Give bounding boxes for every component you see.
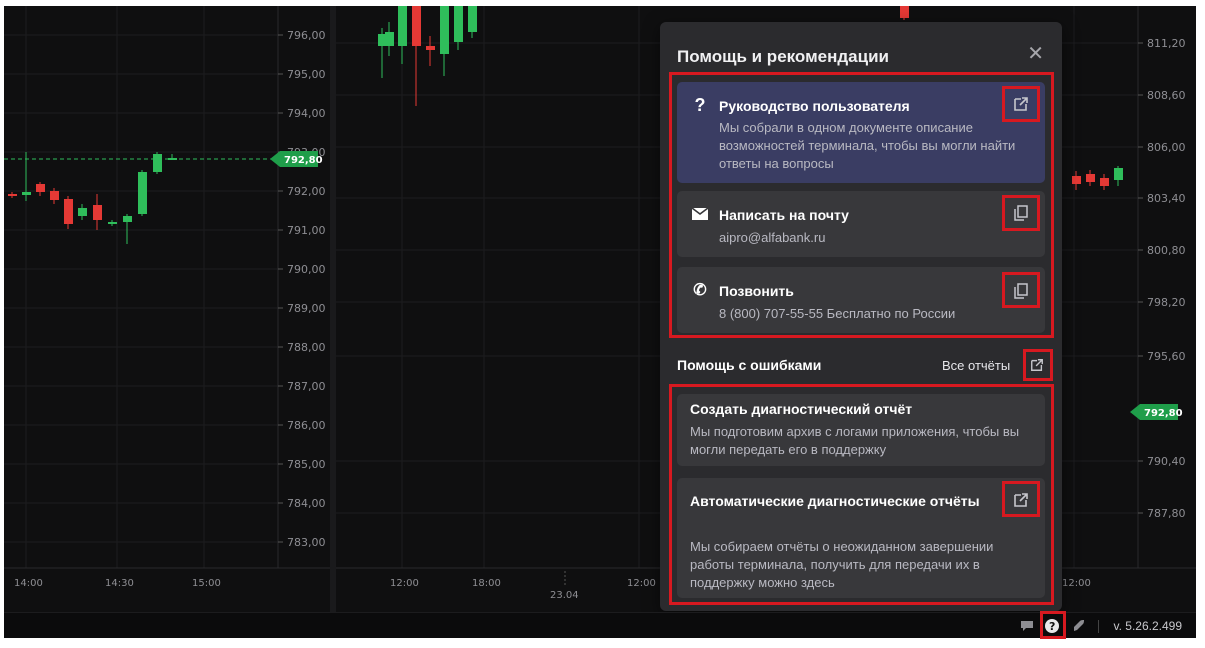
candle: [22, 192, 31, 195]
copy-icon[interactable]: [1011, 281, 1031, 301]
candle: [440, 6, 449, 54]
rocket-icon[interactable]: [1070, 617, 1088, 635]
price-label: 796,00: [287, 29, 326, 42]
price-label: 806,00: [1147, 141, 1186, 154]
phone-title: Позвонить: [719, 283, 794, 299]
price-label: 808,60: [1147, 89, 1186, 102]
create-report-description: Мы подготовим архив с логами приложения,…: [690, 424, 1020, 457]
right-current-price-label: 792,80: [1144, 408, 1183, 419]
help-panel-title: Помощь и рекомендации: [677, 47, 889, 66]
candle: [1072, 176, 1081, 184]
candle: [1114, 168, 1123, 180]
price-label: 795,00: [287, 68, 326, 81]
candle: [64, 199, 73, 224]
candle: [8, 194, 17, 196]
external-link-icon[interactable]: [1011, 94, 1031, 114]
user-guide-card[interactable]: ? Руководство пользователя Мы собрали в …: [677, 82, 1045, 183]
external-link-icon[interactable]: [1011, 490, 1031, 510]
separator: [1098, 620, 1099, 633]
candle: [50, 191, 59, 200]
price-label: 800,80: [1147, 244, 1186, 257]
price-label: 792,00: [287, 185, 326, 198]
user-guide-title: Руководство пользователя: [719, 98, 910, 114]
candle: [385, 32, 394, 46]
price-label: 788,00: [287, 341, 326, 354]
right-current-price-tag: 792,80: [1130, 404, 1183, 420]
status-bar: ? v. 5.26.2.499: [4, 611, 1196, 639]
phone-number: 8 (800) 707-55-55 Бесплатно по России: [719, 306, 956, 321]
time-label: 12:00: [1062, 578, 1091, 589]
price-label: 786,00: [287, 419, 326, 432]
price-label: 784,00: [287, 497, 326, 510]
email-card[interactable]: Написать на почту aipro@alfabank.ru: [677, 191, 1045, 257]
candle: [138, 172, 147, 214]
help-panel: Помощь и рекомендации ✕ ? Руководство по…: [660, 22, 1062, 611]
price-label: 791,00: [287, 224, 326, 237]
candle: [398, 6, 407, 46]
user-guide-description: Мы собрали в одном документе описание во…: [719, 120, 1016, 171]
create-report-title: Создать диагностический отчёт: [690, 401, 913, 417]
price-label: 783,00: [287, 536, 326, 549]
price-label: 798,20: [1147, 296, 1186, 309]
price-label: 789,00: [287, 302, 326, 315]
errors-section-title: Помощь с ошибками: [677, 357, 822, 373]
time-label: 15:00: [192, 578, 221, 589]
candle: [468, 6, 477, 32]
price-label: 811,20: [1147, 37, 1186, 50]
external-link-icon[interactable]: [1027, 355, 1047, 375]
email-address: aipro@alfabank.ru: [719, 230, 826, 245]
create-report-card[interactable]: Создать диагностический отчёт Мы подгото…: [677, 394, 1045, 466]
candle: [108, 222, 117, 224]
email-title: Написать на почту: [719, 207, 849, 223]
candle: [426, 46, 435, 50]
price-label: 785,00: [287, 458, 326, 471]
price-label: 787,00: [287, 380, 326, 393]
phone-icon: ✆: [693, 282, 707, 299]
help-icon[interactable]: ?: [1043, 617, 1061, 635]
candle: [153, 154, 162, 172]
terminal-app: 796,00795,00794,00793,00792,00791,00790,…: [4, 6, 1196, 639]
all-reports-link[interactable]: Все отчёты: [942, 358, 1010, 373]
candle: [78, 208, 87, 216]
time-label: 14:30: [105, 578, 134, 589]
auto-reports-description: Мы собираем отчёты о неожиданном заверше…: [690, 539, 994, 590]
svg-text:?: ?: [1049, 620, 1055, 633]
candle: [123, 216, 132, 222]
left-current-price-label: 792,80: [284, 155, 323, 166]
phone-card[interactable]: ✆ Позвонить 8 (800) 707-55-55 Бесплатно …: [677, 267, 1045, 333]
date-label: 23.04: [550, 590, 579, 601]
left-chart[interactable]: 796,00795,00794,00793,00792,00791,00790,…: [4, 6, 330, 612]
candle: [454, 6, 463, 42]
time-label: 12:00: [390, 578, 419, 589]
copy-icon[interactable]: [1011, 203, 1031, 223]
candle: [1086, 174, 1095, 182]
time-label: 14:00: [14, 578, 43, 589]
time-label: 12:00: [627, 578, 656, 589]
question-icon: ?: [694, 94, 706, 115]
price-label: 794,00: [287, 107, 326, 120]
candle: [412, 6, 421, 46]
version-label: v. 5.26.2.499: [1113, 619, 1183, 633]
left-current-price-tag: 792,80: [270, 151, 323, 167]
chart-divider[interactable]: [330, 6, 336, 612]
close-icon[interactable]: ✕: [1027, 44, 1044, 64]
price-label: 787,80: [1147, 507, 1186, 520]
chat-icon[interactable]: [1018, 617, 1036, 635]
candle: [36, 184, 45, 192]
price-label: 795,60: [1147, 350, 1186, 363]
time-label: 18:00: [472, 578, 501, 589]
candle: [1100, 178, 1109, 186]
price-label: 790,40: [1147, 455, 1186, 468]
candle: [93, 205, 102, 220]
auto-reports-card[interactable]: Автоматические диагностические отчёты Мы…: [677, 478, 1045, 598]
auto-reports-title: Автоматические диагностические отчёты: [690, 493, 980, 509]
candle: [900, 6, 909, 18]
price-label: 803,40: [1147, 192, 1186, 205]
price-label: 790,00: [287, 263, 326, 276]
envelope-icon: [691, 205, 709, 223]
